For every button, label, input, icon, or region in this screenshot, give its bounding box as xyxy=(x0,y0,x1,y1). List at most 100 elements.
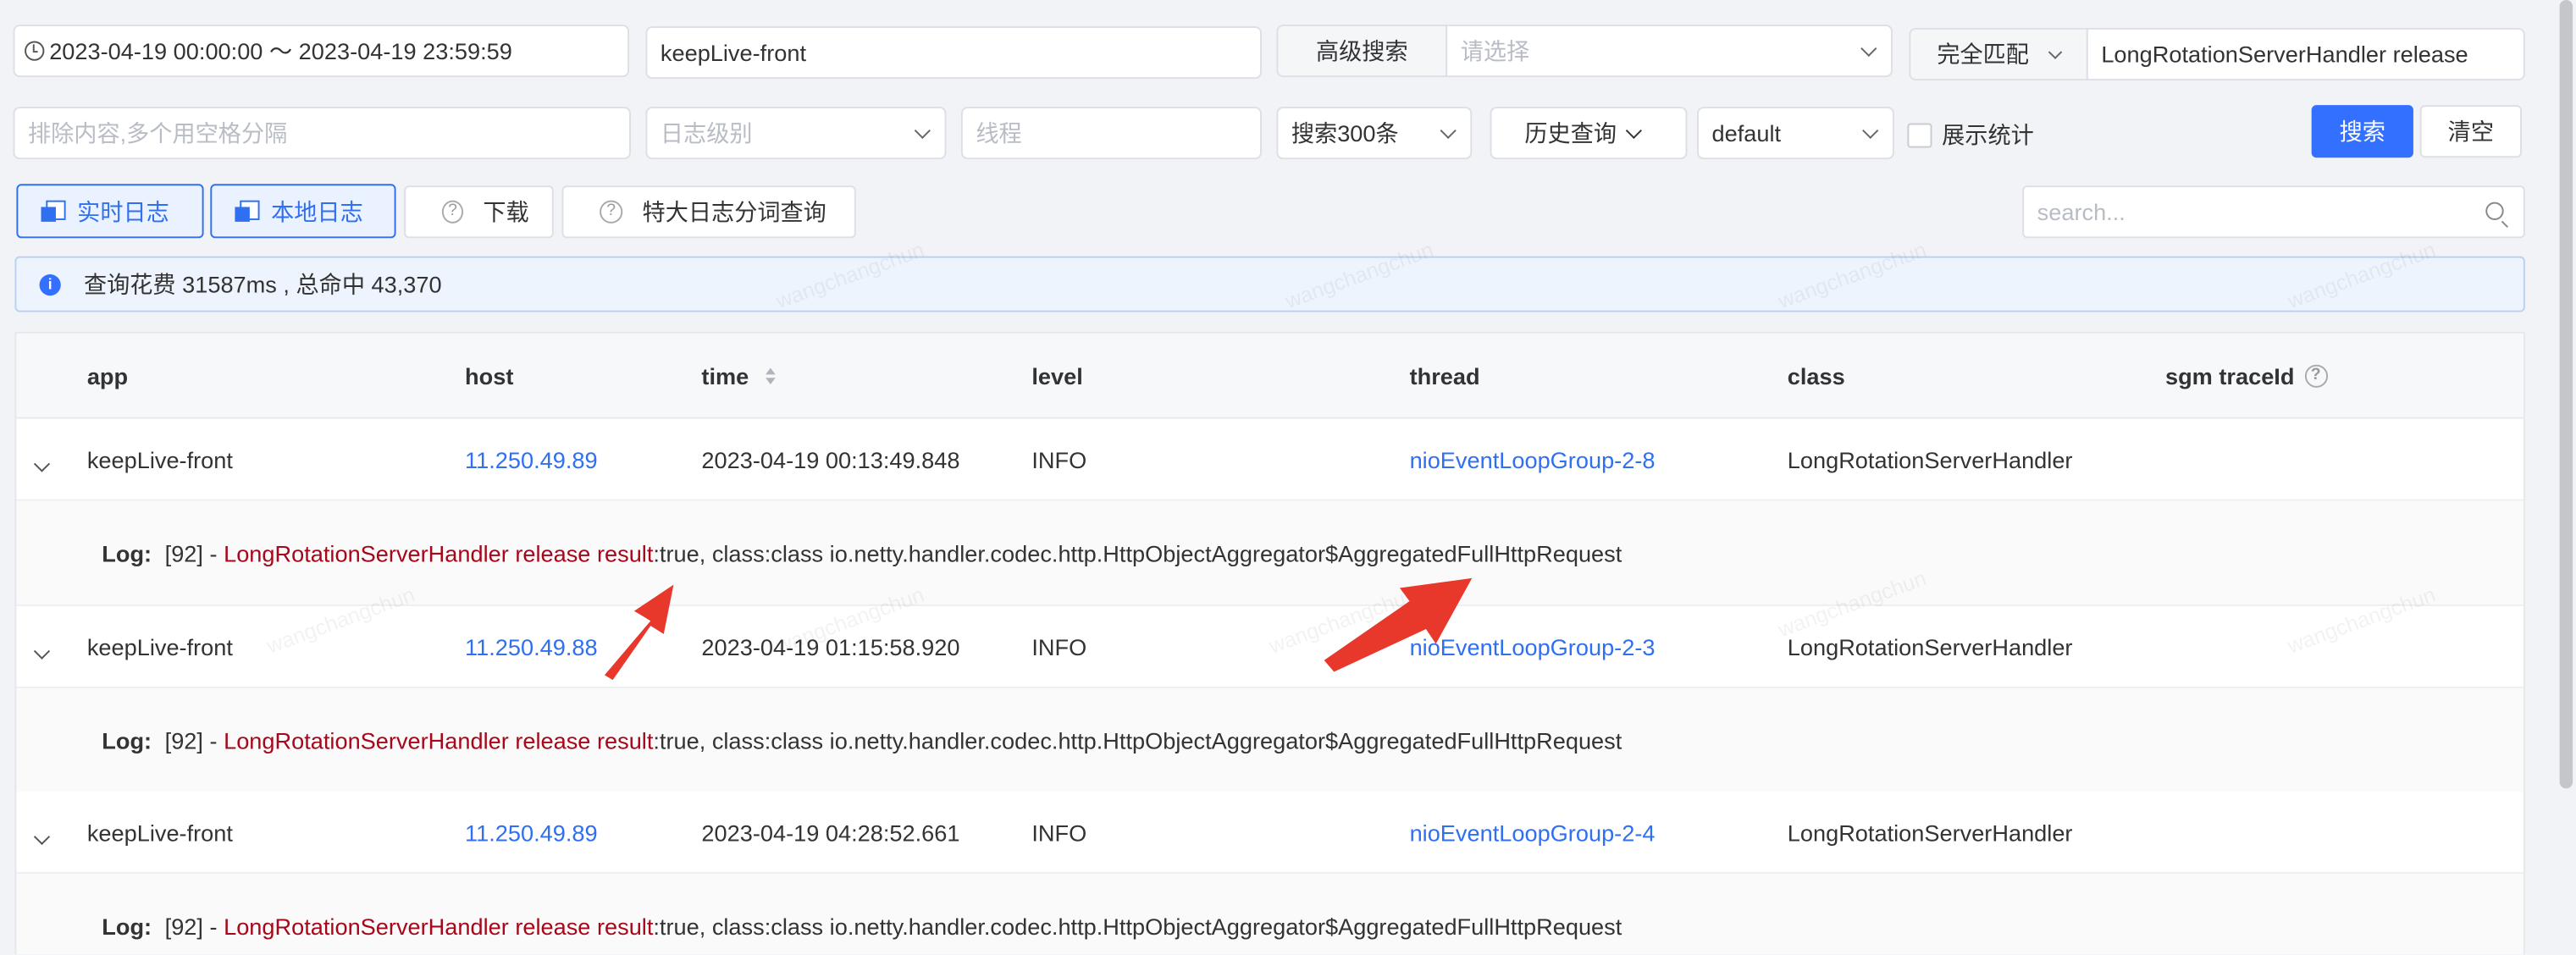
match-mode-select[interactable]: 完全匹配 xyxy=(1909,27,2088,81)
log-table: app host time level thread class sgm tra… xyxy=(14,331,2525,955)
app-input-value: keepLive-front xyxy=(660,39,807,66)
exclude-input[interactable]: 排除内容,多个用空格分隔 xyxy=(13,107,631,160)
show-stats-label: 展示统计 xyxy=(1942,121,2034,148)
date-range-value: 2023-04-19 00:00:00 ～ 2023-04-19 23:59:5… xyxy=(49,37,512,64)
cell-time: 2023-04-19 04:28:52.661 xyxy=(701,820,960,847)
column-header-host: host xyxy=(465,362,514,389)
cell-class: LongRotationServerHandler xyxy=(1787,633,2073,660)
chevron-down-icon xyxy=(1862,122,1879,140)
help-icon[interactable]: ? xyxy=(2304,364,2328,388)
log-highlight: LongRotationServerHandler release result xyxy=(224,539,654,566)
log-label: Log: xyxy=(102,912,152,939)
app-input[interactable]: keepLive-front xyxy=(645,26,1262,80)
column-header-class: class xyxy=(1787,362,1845,389)
match-mode-value: 完全匹配 xyxy=(1937,41,2029,68)
clock-icon xyxy=(25,41,45,61)
cell-app: keepLive-front xyxy=(86,633,233,660)
table-row[interactable]: keepLive-front 11.250.49.89 2023-04-19 0… xyxy=(16,418,2523,501)
realtime-log-button[interactable]: 实时日志 xyxy=(16,184,204,239)
log-label: Log: xyxy=(102,539,152,566)
chevron-down-icon xyxy=(914,122,931,140)
log-label: Log: xyxy=(102,726,152,754)
cell-app: keepLive-front xyxy=(86,446,233,473)
date-range-picker[interactable]: 2023-04-19 00:00:00 ～ 2023-04-19 23:59:5… xyxy=(13,25,630,78)
advanced-search-button[interactable]: 高级搜索 xyxy=(1276,25,1448,78)
realtime-log-label: 实时日志 xyxy=(77,197,169,224)
thread-input[interactable]: 线程 xyxy=(960,107,1262,160)
big-log-query-button[interactable]: ? 特大日志分词查询 xyxy=(561,185,856,239)
env-value: default xyxy=(1711,119,1782,146)
checkbox-box[interactable] xyxy=(1907,122,1932,147)
env-select[interactable]: default xyxy=(1697,107,1894,160)
log-level-select[interactable]: 日志级别 xyxy=(645,107,947,160)
table-row[interactable]: keepLive-front 11.250.49.88 2023-04-19 0… xyxy=(16,605,2523,688)
result-count-select[interactable]: 搜索300条 xyxy=(1276,107,1473,160)
cell-class: LongRotationServerHandler xyxy=(1787,820,2073,847)
cell-thread[interactable]: nioEventLoopGroup-2-8 xyxy=(1410,419,1656,501)
cell-thread[interactable]: nioEventLoopGroup-2-3 xyxy=(1410,606,1656,688)
result-count-value: 搜索300条 xyxy=(1291,119,1399,146)
table-header: app host time level thread class sgm tra… xyxy=(16,333,2523,419)
column-header-sgm-traceid: sgm traceId ? xyxy=(2165,334,2328,419)
download-button[interactable]: ? 下载 xyxy=(404,185,554,239)
log-search-page: 2023-04-19 00:00:00 ～ 2023-04-19 23:59:5… xyxy=(0,0,2576,955)
cell-host[interactable]: 11.250.49.89 xyxy=(465,792,598,874)
history-query-select[interactable]: 历史查询 xyxy=(1490,107,1688,160)
cell-host[interactable]: 11.250.49.88 xyxy=(465,606,598,688)
cell-level: INFO xyxy=(1031,633,1087,660)
keyword-input[interactable]: LongRotationServerHandler release xyxy=(2086,27,2525,81)
cell-thread[interactable]: nioEventLoopGroup-2-4 xyxy=(1410,792,1656,874)
log-rest: :true, class:class io.netty.handler.code… xyxy=(653,912,1622,939)
log-highlight: LongRotationServerHandler release result xyxy=(224,912,654,939)
log-prefix: [92] - xyxy=(164,726,224,754)
big-log-query-label: 特大日志分词查询 xyxy=(642,198,826,225)
column-header-thread: thread xyxy=(1409,362,1480,389)
download-label: 下载 xyxy=(483,198,529,225)
log-rest: :true, class:class io.netty.handler.code… xyxy=(653,726,1622,754)
search-icon[interactable] xyxy=(2485,201,2508,228)
chevron-down-icon[interactable] xyxy=(33,455,51,472)
log-prefix: [92] - xyxy=(164,912,224,939)
cell-level: INFO xyxy=(1031,446,1087,473)
table-search-placeholder: search... xyxy=(2037,198,2125,225)
keyword-input-value: LongRotationServerHandler release xyxy=(2101,41,2468,68)
chevron-down-icon[interactable] xyxy=(33,643,51,660)
table-row[interactable]: keepLive-front 11.250.49.89 2023-04-19 0… xyxy=(16,792,2523,875)
advanced-search-select[interactable]: 请选择 xyxy=(1446,25,1893,78)
chevron-down-icon xyxy=(2048,45,2063,59)
exclude-placeholder: 排除内容,多个用空格分隔 xyxy=(27,119,288,146)
local-log-button[interactable]: 本地日志 xyxy=(210,184,396,239)
log-prefix: [92] - xyxy=(164,539,224,566)
column-header-app: app xyxy=(86,362,129,389)
log-detail-row: Log: [92] - LongRotationServerHandler re… xyxy=(16,687,2523,794)
query-info-message: 查询花费 31587ms , 总命中 43,370 xyxy=(83,271,442,298)
chevron-down-icon[interactable] xyxy=(33,828,51,846)
chevron-down-icon xyxy=(1440,122,1457,140)
log-level-placeholder: 日志级别 xyxy=(660,119,753,146)
cell-time: 2023-04-19 01:15:58.920 xyxy=(701,633,960,660)
column-header-time[interactable]: time xyxy=(701,334,776,419)
sort-icon[interactable] xyxy=(765,367,776,384)
query-info-alert: i 查询花费 31587ms , 总命中 43,370 xyxy=(14,256,2525,312)
cell-time: 2023-04-19 00:13:49.848 xyxy=(701,446,960,473)
clear-button[interactable]: 清空 xyxy=(2419,105,2522,158)
table-search-input[interactable]: search... xyxy=(2022,185,2525,239)
cell-level: INFO xyxy=(1031,820,1087,847)
help-icon: ? xyxy=(600,200,623,224)
log-detail-row: Log: [92] - LongRotationServerHandler re… xyxy=(16,500,2523,606)
log-detail-row: Log: [92] - LongRotationServerHandler re… xyxy=(16,874,2523,955)
page-scrollbar[interactable] xyxy=(2559,0,2573,789)
advanced-search-placeholder: 请选择 xyxy=(1460,37,1530,64)
show-stats-checkbox[interactable]: 展示统计 xyxy=(1907,119,2034,152)
search-button-label: 搜索 xyxy=(2339,118,2385,145)
thread-placeholder: 线程 xyxy=(976,119,1022,146)
local-log-label: 本地日志 xyxy=(271,197,363,224)
cell-host[interactable]: 11.250.49.89 xyxy=(465,419,598,501)
info-icon: i xyxy=(39,273,61,295)
advanced-search-label: 高级搜索 xyxy=(1315,37,1408,64)
chevron-down-icon xyxy=(1625,122,1642,140)
clear-button-label: 清空 xyxy=(2447,118,2494,145)
copy-icon xyxy=(41,199,66,223)
copy-icon xyxy=(235,199,260,223)
search-button[interactable]: 搜索 xyxy=(2311,105,2413,158)
